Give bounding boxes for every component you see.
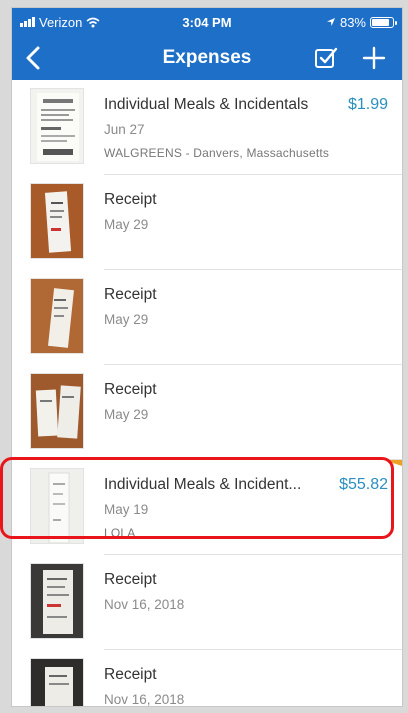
expense-merchant: LOLA — [104, 526, 136, 540]
expense-title: Receipt — [104, 191, 157, 208]
expense-title: Receipt — [104, 381, 157, 398]
expense-row[interactable]: Individual Meals & Incident... May 19 LO… — [12, 460, 402, 555]
new-indicator-corner — [384, 460, 402, 466]
expense-date: May 19 — [104, 502, 149, 517]
expense-title: Receipt — [104, 666, 157, 683]
expense-row[interactable]: Receipt May 29 — [12, 365, 402, 460]
receipt-thumbnail — [30, 88, 84, 164]
header: Verizon 3:04 PM 83% Expenses — [12, 8, 402, 80]
expense-row[interactable]: Individual Meals & Incidentals Jun 27 WA… — [12, 80, 402, 175]
phone-screen: Verizon 3:04 PM 83% Expenses Individual … — [11, 7, 403, 707]
receipt-thumbnail — [30, 278, 84, 354]
receipt-thumbnail — [30, 373, 84, 449]
status-bar: Verizon 3:04 PM 83% — [12, 8, 402, 36]
receipt-thumbnail — [30, 658, 84, 706]
expense-title: Individual Meals & Incident... — [104, 476, 302, 493]
expense-title: Receipt — [104, 571, 157, 588]
receipt-thumbnail — [30, 183, 84, 259]
expense-row[interactable]: Receipt Nov 16, 2018 — [12, 650, 402, 707]
expense-row[interactable]: Receipt May 29 — [12, 175, 402, 270]
expense-date: Jun 27 — [104, 122, 145, 137]
expense-date: Nov 16, 2018 — [104, 597, 185, 612]
expense-date: May 29 — [104, 312, 149, 327]
battery-fill — [372, 18, 389, 26]
expense-date: May 29 — [104, 217, 149, 232]
expense-title: Individual Meals & Incidentals — [104, 96, 309, 113]
nav-bar: Expenses — [12, 36, 402, 80]
receipt-thumbnail — [30, 563, 84, 639]
expense-amount: $1.99 — [347, 96, 388, 113]
expense-list: Individual Meals & Incidentals Jun 27 WA… — [12, 80, 402, 707]
battery-icon — [370, 16, 397, 28]
receipt-thumbnail — [30, 468, 84, 544]
page-title: Expenses — [162, 47, 252, 68]
select-checkbox-icon[interactable] — [314, 46, 338, 70]
expense-row[interactable]: Receipt Nov 16, 2018 — [12, 555, 402, 650]
add-expense-icon[interactable] — [360, 44, 388, 72]
expense-row[interactable]: Receipt May 29 — [12, 270, 402, 365]
expense-date: May 29 — [104, 407, 149, 422]
expense-date: Nov 16, 2018 — [104, 692, 185, 707]
expense-title: Receipt — [104, 286, 157, 303]
expense-amount: $55.82 — [339, 476, 388, 493]
expense-merchant: WALGREENS - Danvers, Massachusetts — [104, 146, 330, 160]
status-time: 3:04 PM — [182, 14, 232, 30]
